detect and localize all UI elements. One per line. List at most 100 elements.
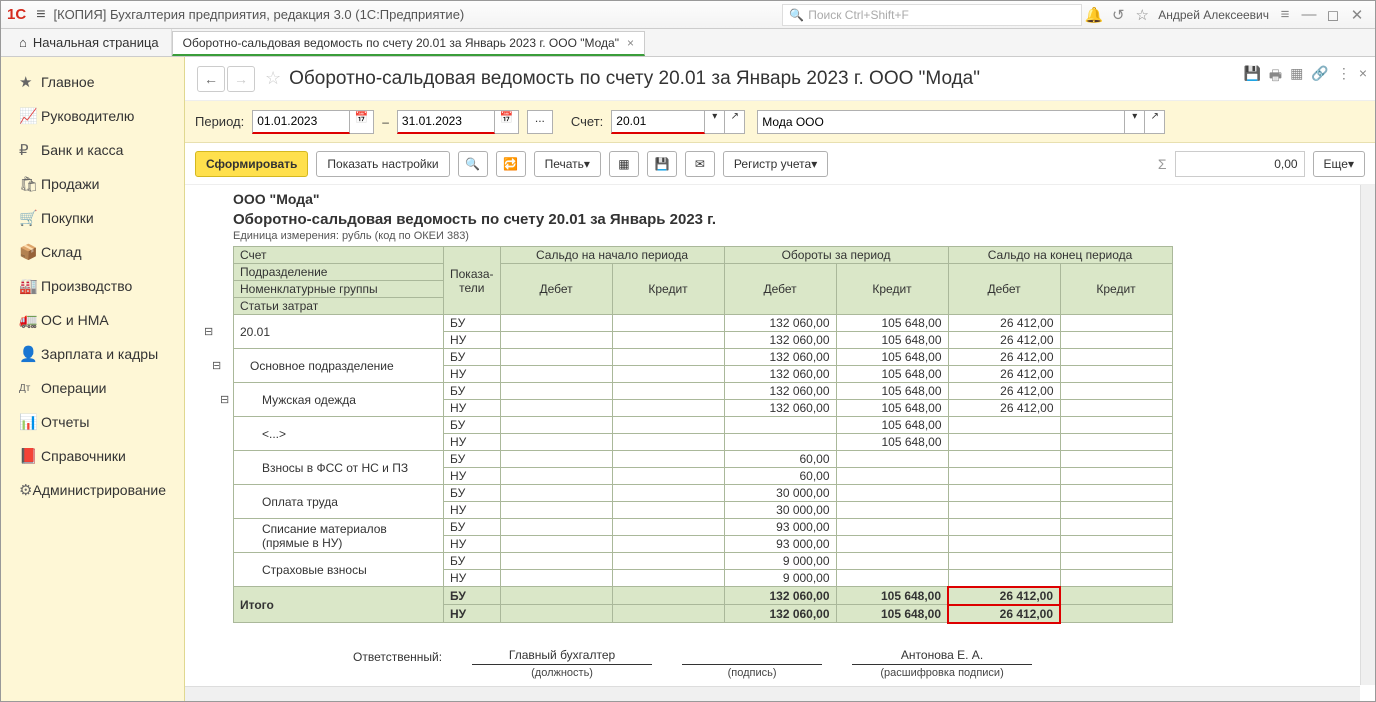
- account-dropdown-icon[interactable]: ▾: [705, 110, 725, 134]
- sidebar-item-references[interactable]: 📕Справочники: [1, 439, 184, 473]
- window-title: [КОПИЯ] Бухгалтерия предприятия, редакци…: [54, 7, 465, 22]
- tree-toggle-icon[interactable]: ⊟: [212, 359, 242, 372]
- report-area: ООО "Мода" Оборотно-сальдовая ведомость …: [185, 185, 1375, 701]
- active-tab[interactable]: Оборотно-сальдовая ведомость по счету 20…: [172, 31, 645, 56]
- sidebar-item-label: Зарплата и кадры: [41, 346, 158, 362]
- register-button[interactable]: Регистр учета ▾: [723, 151, 828, 177]
- sidebar-item-label: Операции: [41, 380, 107, 396]
- maximize-icon[interactable]: ◻: [1321, 6, 1345, 24]
- table-row[interactable]: Оплата трудаБУ30 000,00: [234, 485, 1173, 502]
- sidebar-item-main[interactable]: ★Главное: [1, 65, 184, 99]
- responsible-label: Ответственный:: [353, 648, 442, 664]
- th-indicators: Показа- тели: [444, 247, 501, 315]
- sidebar-item-salary[interactable]: 👤Зарплата и кадры: [1, 337, 184, 371]
- th-sub1: Подразделение: [234, 264, 444, 281]
- period-picker-button[interactable]: ...: [527, 110, 553, 134]
- factory-icon: 🏭: [19, 277, 41, 295]
- sidebar-item-label: Главное: [41, 74, 95, 90]
- report-table: Счет Показа- тели Сальдо на начало перио…: [233, 246, 1173, 624]
- signer-name: Антонова Е. А.: [852, 648, 1032, 662]
- sidebar: ★Главное 📈Руководителю ₽Банк и касса 🛍Пр…: [1, 57, 185, 701]
- org-dropdown-icon[interactable]: ▾: [1125, 110, 1145, 134]
- calendar-to-icon[interactable]: 📅: [495, 110, 519, 134]
- table-row[interactable]: ⊟20.01БУ132 060,00105 648,0026 412,00: [234, 315, 1173, 332]
- org-open-icon[interactable]: ↗: [1145, 110, 1165, 134]
- global-search[interactable]: 🔍 Поиск Ctrl+Shift+F: [782, 4, 1082, 26]
- horizontal-scrollbar[interactable]: [185, 686, 1360, 701]
- close-panel-icon[interactable]: ×: [1359, 65, 1367, 89]
- user-name[interactable]: Андрей Алексеевич: [1158, 8, 1269, 22]
- menu-dots-icon[interactable]: ⋮: [1337, 65, 1351, 89]
- more-button[interactable]: Еще ▾: [1313, 151, 1365, 177]
- sidebar-item-label: Банк и касса: [41, 142, 123, 158]
- sidebar-item-label: Склад: [41, 244, 82, 260]
- date-from-input[interactable]: [252, 110, 350, 134]
- sidebar-item-admin[interactable]: ⚙Администрирование: [1, 473, 184, 507]
- sidebar-item-label: Отчеты: [41, 414, 89, 430]
- account-open-icon[interactable]: ↗: [725, 110, 745, 134]
- account-input[interactable]: [611, 110, 705, 134]
- print-button[interactable]: Печать ▾: [534, 151, 601, 177]
- form-button[interactable]: Сформировать: [195, 151, 308, 177]
- back-button[interactable]: ←: [197, 66, 225, 92]
- home-tab[interactable]: ⌂ Начальная страница: [7, 29, 172, 56]
- tree-toggle-icon[interactable]: ⊟: [204, 325, 234, 338]
- org-input[interactable]: [757, 110, 1125, 134]
- email-button[interactable]: ✉: [685, 151, 715, 177]
- table-row[interactable]: ⊟Основное подразделениеБУ132 060,00105 6…: [234, 349, 1173, 366]
- th-turnover: Обороты за период: [724, 247, 948, 264]
- date-to-input[interactable]: [397, 110, 495, 134]
- show-settings-button[interactable]: Показать настройки: [316, 151, 449, 177]
- position-label: (должность): [472, 664, 652, 679]
- link-icon[interactable]: 🔗: [1311, 65, 1328, 89]
- table-row[interactable]: Страховые взносыБУ9 000,00: [234, 553, 1173, 570]
- calendar-from-icon[interactable]: 📅: [350, 110, 374, 134]
- bell-icon[interactable]: 🔔: [1082, 6, 1106, 24]
- sidebar-item-assets[interactable]: 🚛ОС и НМА: [1, 303, 184, 337]
- table-row[interactable]: ⊟Мужская одеждаБУ132 060,00105 648,0026 …: [234, 383, 1173, 400]
- th-close-balance: Сальдо на конец периода: [948, 247, 1172, 264]
- search-icon: 🔍: [789, 8, 804, 22]
- close-icon[interactable]: ✕: [1345, 6, 1369, 24]
- print-label: Печать: [545, 157, 584, 171]
- sigma-icon[interactable]: Σ: [1158, 156, 1167, 172]
- print-icon[interactable]: 🖶: [1269, 65, 1282, 89]
- sidebar-item-warehouse[interactable]: 📦Склад: [1, 235, 184, 269]
- sidebar-item-label: Справочники: [41, 448, 126, 464]
- star-icon[interactable]: ☆: [1130, 6, 1154, 24]
- sidebar-item-purchases[interactable]: 🛒Покупки: [1, 201, 184, 235]
- table-button[interactable]: ▦: [609, 151, 639, 177]
- minimize-icon[interactable]: —: [1297, 6, 1321, 23]
- sign-label: (подпись): [682, 664, 822, 679]
- history-icon[interactable]: ↺: [1106, 6, 1130, 24]
- account-label: Счет:: [571, 114, 603, 129]
- tab-close-icon[interactable]: ×: [627, 36, 634, 50]
- toolbar: Сформировать Показать настройки 🔍 🔁 Печа…: [185, 143, 1375, 185]
- forward-button[interactable]: →: [227, 66, 255, 92]
- sidebar-item-label: Администрирование: [33, 482, 167, 498]
- search-button[interactable]: 🔍: [458, 151, 488, 177]
- table-row[interactable]: Взносы в ФСС от НС и ПЗБУ60,00: [234, 451, 1173, 468]
- save-icon[interactable]: 💾: [1243, 65, 1260, 89]
- sidebar-item-bank[interactable]: ₽Банк и касса: [1, 133, 184, 167]
- hamburger-icon[interactable]: ≡: [36, 6, 45, 24]
- sidebar-item-operations[interactable]: ДтОперации: [1, 371, 184, 405]
- chart-icon: 📈: [19, 107, 41, 125]
- save-file-button[interactable]: 💾: [647, 151, 677, 177]
- export-icon[interactable]: ▦: [1290, 65, 1303, 89]
- sidebar-item-reports[interactable]: 📊Отчеты: [1, 405, 184, 439]
- refresh-button[interactable]: 🔁: [496, 151, 526, 177]
- cart-icon: 🛒: [19, 209, 41, 227]
- table-row[interactable]: <...>БУ105 648,00: [234, 417, 1173, 434]
- params-bar: Период: 📅 – 📅 ... Счет: ▾ ↗ ▾ ↗: [185, 101, 1375, 143]
- user-menu-icon[interactable]: ≡: [1273, 6, 1297, 23]
- sidebar-item-manager[interactable]: 📈Руководителю: [1, 99, 184, 133]
- ruble-icon: ₽: [19, 141, 41, 159]
- table-row[interactable]: Списание материалов (прямые в НУ)БУ93 00…: [234, 519, 1173, 536]
- search-placeholder: Поиск Ctrl+Shift+F: [808, 8, 909, 22]
- sidebar-item-sales[interactable]: 🛍Продажи: [1, 167, 184, 201]
- tree-toggle-icon[interactable]: ⊟: [220, 393, 250, 406]
- favorite-icon[interactable]: ☆: [265, 68, 281, 89]
- vertical-scrollbar[interactable]: [1360, 185, 1375, 685]
- sidebar-item-production[interactable]: 🏭Производство: [1, 269, 184, 303]
